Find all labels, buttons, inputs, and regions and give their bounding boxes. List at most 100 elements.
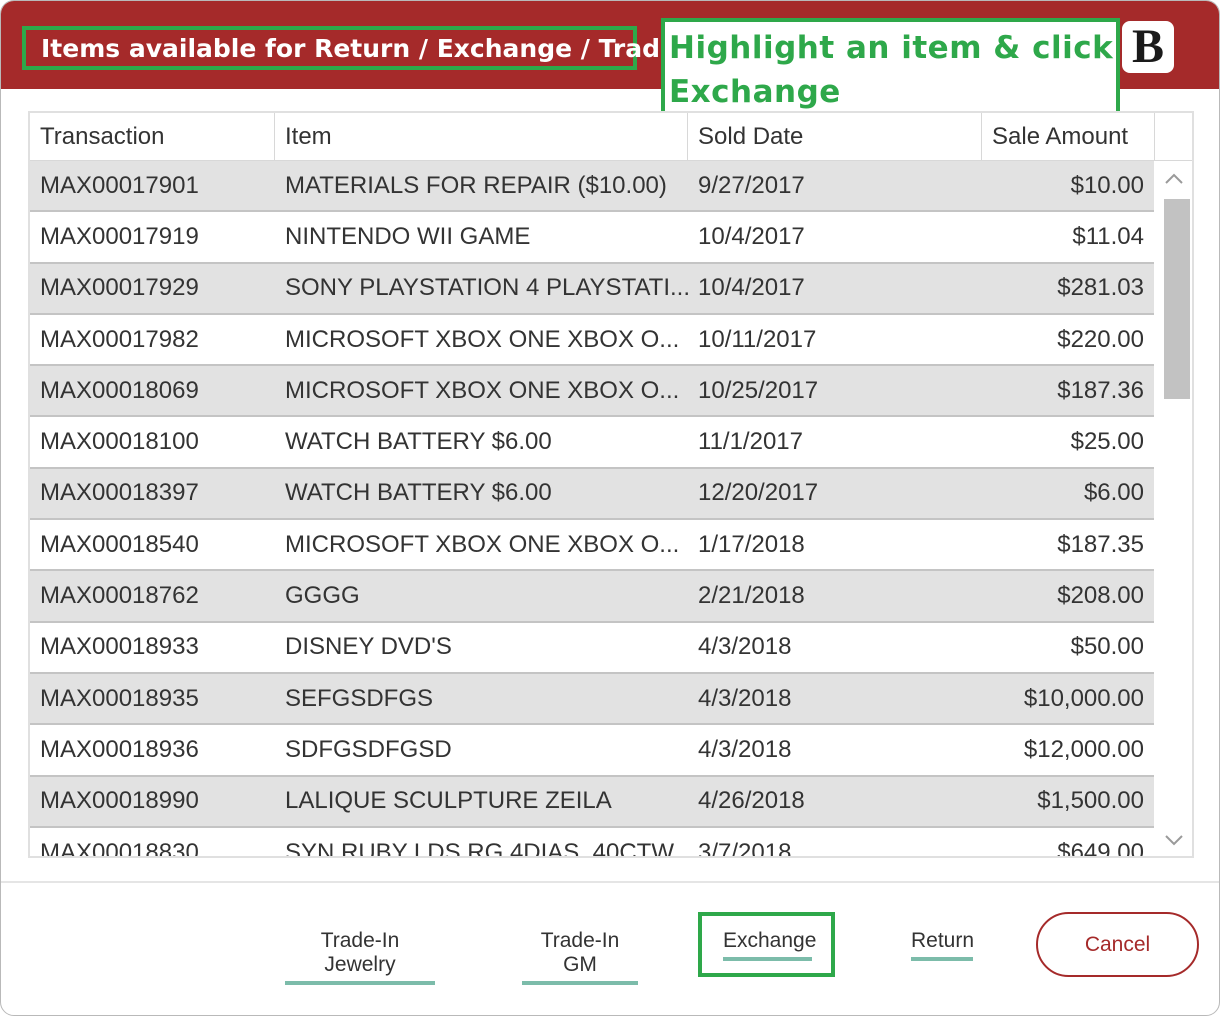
- cell-sold-date: 4/26/2018: [698, 787, 805, 815]
- logo-letter: B: [1131, 20, 1164, 73]
- trade-in-jewelry-label: Trade-In Jewelry: [320, 929, 400, 976]
- vertical-scrollbar[interactable]: [1154, 161, 1192, 856]
- table-row[interactable]: MAX00017929 SONY PLAYSTATION 4 PLAYSTATI.…: [30, 263, 1154, 315]
- cell-item: SEFGSDFGS: [285, 684, 434, 712]
- cell-transaction: MAX00018990: [40, 787, 199, 815]
- cell-sale-amount: $1,500.00: [1037, 787, 1144, 815]
- cell-sale-amount: $25.00: [1070, 428, 1144, 456]
- trade-in-gm-button[interactable]: Trade-In GM: [522, 929, 638, 985]
- cell-transaction: MAX00018397: [40, 479, 199, 507]
- cell-sold-date: 1/17/2018: [698, 530, 805, 558]
- cell-sold-date: 4/3/2018: [698, 735, 792, 763]
- footer-divider: [1, 881, 1219, 883]
- cell-sale-amount: $187.35: [1057, 530, 1144, 558]
- header-corner: [1154, 113, 1192, 161]
- grid-header: Transaction Item Sold Date Sale Amount: [30, 113, 1154, 161]
- cell-item: DISNEY DVD'S: [285, 633, 452, 661]
- hint-line-1: Highlight an item & click: [669, 30, 1114, 66]
- cell-sale-amount: $10,000.00: [1023, 684, 1144, 712]
- exchange-underline: [723, 957, 812, 961]
- return-exchange-dialog: Items available for Return / Exchange / …: [0, 0, 1220, 1016]
- table-row[interactable]: MAX00017919 NINTENDO WII GAME 10/4/2017 $11…: [30, 212, 1154, 264]
- chevron-down-icon[interactable]: [1154, 822, 1192, 856]
- cell-transaction: MAX00018933: [40, 633, 199, 661]
- cell-transaction: MAX00017901: [40, 171, 199, 199]
- trade-in-gm-label: Trade-In GM: [540, 929, 620, 976]
- return-label: Return: [911, 929, 975, 952]
- cell-sold-date: 4/3/2018: [698, 633, 792, 661]
- table-row[interactable]: MAX00018397 WATCH BATTERY $6.00 12/20/2017…: [30, 468, 1154, 521]
- items-grid: Transaction Item Sold Date Sale Amount M…: [28, 111, 1194, 858]
- hint-annotation: Highlight an item & click Exchange: [661, 18, 1120, 121]
- exchange-button[interactable]: Exchange: [723, 929, 817, 961]
- trade-in-jewelry-button[interactable]: Trade-In Jewelry: [285, 929, 435, 985]
- cell-sold-date: 10/4/2017: [698, 274, 805, 302]
- cell-transaction: MAX00018069: [40, 376, 199, 404]
- trade-in-jewelry-underline: [285, 981, 435, 985]
- cell-item: LALIQUE SCULPTURE ZEILA: [285, 787, 612, 815]
- table-row[interactable]: MAX00017982 MICROSOFT XBOX ONE XBOX O... 1…: [30, 315, 1154, 367]
- cell-transaction: MAX00018540: [40, 530, 199, 558]
- cell-item: GGGG: [285, 582, 360, 610]
- title-annotation-box: Items available for Return / Exchange / …: [22, 26, 714, 70]
- cell-item: NINTENDO WII GAME: [285, 222, 531, 250]
- cell-item: WATCH BATTERY $6.00: [285, 479, 552, 507]
- cell-sold-date: 10/25/2017: [698, 376, 819, 404]
- table-row[interactable]: MAX00018762 GGGG 2/21/2018 $208.00: [30, 571, 1154, 623]
- table-row[interactable]: MAX00018830 SYN RUBY LDS RG 4DIAS .40CTW 3…: [30, 828, 1154, 858]
- cell-sale-amount: $187.36: [1057, 376, 1144, 404]
- cell-transaction: MAX00018100: [40, 428, 199, 456]
- table-row[interactable]: MAX00018540 MICROSOFT XBOX ONE XBOX O... 1…: [30, 520, 1154, 572]
- cell-item: MICROSOFT XBOX ONE XBOX O...: [285, 376, 680, 404]
- cell-transaction: MAX00017982: [40, 325, 199, 353]
- cell-transaction: MAX00018830: [40, 838, 199, 858]
- cell-sold-date: 2/21/2018: [698, 582, 805, 610]
- cell-transaction: MAX00018936: [40, 735, 199, 763]
- cell-sold-date: 9/27/2017: [698, 171, 805, 199]
- return-button[interactable]: Return: [911, 929, 975, 961]
- table-row[interactable]: MAX00018933 DISNEY DVD'S 4/3/2018 $50.00: [30, 623, 1154, 674]
- cell-sale-amount: $208.00: [1057, 582, 1144, 610]
- table-row[interactable]: MAX00018936 SDFGSDFGSD 4/3/2018 $12,000.00: [30, 725, 1154, 777]
- table-row[interactable]: MAX00018935 SEFGSDFGS 4/3/2018 $10,000.00: [30, 673, 1154, 726]
- cell-transaction: MAX00018935: [40, 684, 199, 712]
- cell-sold-date: 11/1/2017: [698, 428, 803, 456]
- cell-item: MICROSOFT XBOX ONE XBOX O...: [285, 325, 680, 353]
- scroll-thumb[interactable]: [1164, 199, 1190, 399]
- table-row[interactable]: MAX00017901 MATERIALS FOR REPAIR ($10.00)…: [30, 161, 1154, 213]
- cell-sale-amount: $10.00: [1070, 171, 1144, 199]
- chevron-up-icon[interactable]: [1154, 161, 1192, 197]
- cell-transaction: MAX00017929: [40, 274, 199, 302]
- column-header-transaction[interactable]: Transaction: [30, 113, 275, 161]
- brand-logo: B: [1122, 21, 1174, 73]
- cell-sale-amount: $11.04: [1072, 222, 1144, 250]
- cell-sale-amount: $50.00: [1070, 633, 1144, 661]
- grid-rows: MAX00017901 MATERIALS FOR REPAIR ($10.00)…: [30, 161, 1154, 858]
- column-header-sold-date[interactable]: Sold Date: [688, 113, 982, 161]
- cell-sale-amount: $12,000.00: [1023, 735, 1144, 763]
- table-row[interactable]: MAX00018990 LALIQUE SCULPTURE ZEILA 4/26/2…: [30, 776, 1154, 828]
- column-header-sale-amount[interactable]: Sale Amount: [982, 113, 1154, 161]
- table-row[interactable]: MAX00018069 MICROSOFT XBOX ONE XBOX O... 1…: [30, 366, 1154, 418]
- trade-in-gm-underline: [522, 981, 638, 985]
- cell-sold-date: 4/3/2018: [698, 684, 792, 712]
- cell-sale-amount: $281.03: [1057, 274, 1144, 302]
- return-underline: [911, 957, 973, 961]
- cell-sale-amount: $649.00: [1057, 838, 1144, 858]
- cell-item: SYN RUBY LDS RG 4DIAS .40CTW: [285, 838, 674, 858]
- table-row[interactable]: MAX00018100 WATCH BATTERY $6.00 11/1/2017 $…: [30, 417, 1154, 469]
- cell-item: SDFGSDFGSD: [285, 735, 452, 763]
- cell-sold-date: 3/7/2018: [698, 838, 792, 858]
- dialog-title: Items available for Return / Exchange / …: [41, 33, 715, 63]
- cell-item: MICROSOFT XBOX ONE XBOX O...: [285, 530, 680, 558]
- cell-sold-date: 12/20/2017: [698, 479, 819, 507]
- cell-item: WATCH BATTERY $6.00: [285, 428, 552, 456]
- cancel-button[interactable]: Cancel: [1036, 912, 1199, 977]
- cell-item: MATERIALS FOR REPAIR ($10.00): [285, 171, 667, 199]
- cell-transaction: MAX00018762: [40, 582, 199, 610]
- cell-sale-amount: $220.00: [1057, 325, 1144, 353]
- cell-sold-date: 10/4/2017: [698, 222, 805, 250]
- column-header-item[interactable]: Item: [275, 113, 688, 161]
- exchange-label: Exchange: [723, 929, 817, 952]
- cell-transaction: MAX00017919: [40, 222, 199, 250]
